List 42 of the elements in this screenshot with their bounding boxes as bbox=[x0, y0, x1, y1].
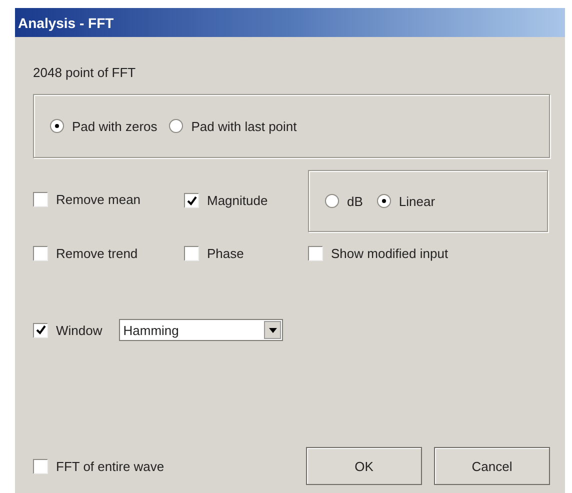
radio-button[interactable] bbox=[169, 119, 184, 133]
checkbox-label: Window bbox=[56, 322, 102, 338]
show-modified-input-option[interactable]: Show modified input bbox=[308, 246, 448, 261]
window-option[interactable]: Window bbox=[33, 322, 102, 338]
check-icon bbox=[186, 196, 196, 206]
remove-trend-option[interactable]: Remove trend bbox=[33, 246, 138, 261]
checkbox[interactable] bbox=[33, 458, 48, 474]
checkbox[interactable] bbox=[33, 192, 48, 207]
checkbox-label: Remove mean bbox=[56, 192, 141, 207]
cancel-button[interactable]: Cancel bbox=[434, 447, 550, 485]
remove-mean-option[interactable]: Remove mean bbox=[33, 192, 141, 207]
magnitude-option[interactable]: Magnitude bbox=[184, 193, 268, 208]
caret-icon bbox=[268, 328, 277, 332]
scale-radio-option[interactable]: dB bbox=[325, 194, 363, 208]
window-title: Analysis - FFT bbox=[18, 14, 114, 30]
radio-label: dB bbox=[347, 194, 363, 208]
checkbox-label: Show modified input bbox=[331, 246, 448, 261]
ok-button[interactable]: OK bbox=[306, 447, 422, 485]
padding-radio-option[interactable]: Pad with last point bbox=[169, 118, 297, 134]
checkbox[interactable] bbox=[184, 246, 199, 261]
padding-radio-option[interactable]: Pad with zeros bbox=[50, 118, 158, 134]
checkbox-label: Phase bbox=[207, 246, 244, 261]
fft-points-label: 2048 point of FFT bbox=[33, 65, 136, 80]
phase-option[interactable]: Phase bbox=[184, 246, 244, 261]
checkbox[interactable] bbox=[184, 193, 199, 208]
checkbox-label: Remove trend bbox=[56, 246, 138, 261]
radio-label: Pad with last point bbox=[191, 118, 297, 134]
radio-label: Linear bbox=[398, 194, 436, 208]
check-icon bbox=[36, 325, 46, 335]
radio-button[interactable] bbox=[50, 119, 64, 133]
scale-radio-option[interactable]: Linear bbox=[376, 194, 436, 208]
checkbox-label: Magnitude bbox=[207, 193, 268, 208]
checkbox[interactable] bbox=[33, 246, 48, 261]
checkbox[interactable] bbox=[308, 246, 323, 261]
window-type-dropdown[interactable]: Hamming bbox=[119, 319, 284, 341]
radio-button[interactable] bbox=[376, 194, 391, 208]
fft-entire-wave-option[interactable]: FFT of entire wave bbox=[33, 458, 164, 474]
checkbox[interactable] bbox=[33, 322, 48, 338]
radio-label: Pad with zeros bbox=[72, 118, 158, 134]
radio-button[interactable] bbox=[325, 194, 339, 208]
checkbox-label: FFT of entire wave bbox=[56, 458, 164, 474]
dropdown-arrow-button[interactable] bbox=[264, 321, 282, 339]
